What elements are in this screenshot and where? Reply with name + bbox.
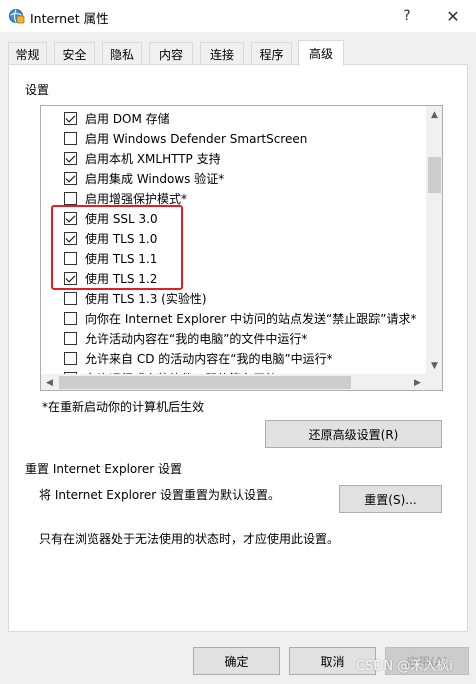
setting-checkbox[interactable] bbox=[64, 311, 77, 325]
setting-label: 启用本机 XMLHTTP 支持 bbox=[85, 151, 221, 166]
setting-checkbox[interactable] bbox=[64, 191, 77, 205]
title-bar: Internet 属性 ? ✕ bbox=[0, 0, 476, 32]
horizontal-scrollbar[interactable]: ◀ ▶ bbox=[41, 374, 426, 390]
setting-checkbox[interactable] bbox=[64, 171, 77, 185]
setting-row[interactable]: 允许活动内容在“我的电脑”的文件中运行* bbox=[41, 328, 426, 348]
setting-checkbox[interactable] bbox=[64, 351, 77, 365]
internet-options-icon bbox=[9, 9, 25, 24]
scroll-down-icon[interactable]: ▼ bbox=[426, 357, 442, 374]
setting-label: 允许来自 CD 的活动内容在“我的电脑”中运行* bbox=[85, 351, 333, 366]
help-button[interactable]: ? bbox=[384, 0, 430, 32]
reset-description: 将 Internet Explorer 设置重置为默认设置。 bbox=[39, 488, 281, 502]
tab-programs[interactable]: 程序 bbox=[251, 42, 292, 65]
setting-label: 启用 Windows Defender SmartScreen bbox=[85, 131, 308, 146]
setting-row[interactable]: 启用 DOM 存储 bbox=[41, 108, 426, 128]
scroll-up-icon[interactable]: ▲ bbox=[426, 106, 442, 123]
window-title: Internet 属性 bbox=[30, 11, 109, 26]
watermark-text: CSDN @禾入枫i bbox=[356, 659, 453, 674]
scroll-right-icon[interactable]: ▶ bbox=[409, 374, 426, 390]
setting-checkbox[interactable] bbox=[64, 111, 77, 125]
tab-privacy[interactable]: 隐私 bbox=[102, 42, 142, 65]
setting-label: 允许活动内容在“我的电脑”的文件中运行* bbox=[85, 331, 308, 346]
reset-group-title: 重置 Internet Explorer 设置 bbox=[25, 462, 183, 476]
setting-label: 启用 DOM 存储 bbox=[85, 111, 170, 126]
setting-label: 使用 TLS 1.3 (实验性) bbox=[85, 291, 207, 306]
scroll-left-icon[interactable]: ◀ bbox=[41, 374, 58, 390]
highlight-annotation-box bbox=[51, 205, 183, 290]
tab-security[interactable]: 安全 bbox=[54, 42, 95, 65]
ok-button[interactable]: 确定 bbox=[193, 647, 280, 675]
setting-row[interactable]: 向你在 Internet Explorer 中访问的站点发送“禁止跟踪”请求* bbox=[41, 308, 426, 328]
setting-row[interactable]: 允许来自 CD 的活动内容在“我的电脑”中运行* bbox=[41, 348, 426, 368]
close-button[interactable]: ✕ bbox=[430, 0, 476, 32]
horizontal-scroll-thumb[interactable] bbox=[59, 376, 351, 389]
tab-general[interactable]: 常规 bbox=[8, 42, 47, 65]
scrollbar-corner bbox=[426, 374, 442, 390]
reset-note: 只有在浏览器处于无法使用的状态时，才应使用此设置。 bbox=[39, 532, 340, 546]
setting-checkbox[interactable] bbox=[64, 291, 77, 305]
setting-label: 向你在 Internet Explorer 中访问的站点发送“禁止跟踪”请求* bbox=[85, 311, 417, 326]
settings-group-label: 设置 bbox=[25, 83, 50, 97]
tab-connections[interactable]: 连接 bbox=[200, 42, 244, 65]
vertical-scroll-thumb[interactable] bbox=[428, 157, 441, 193]
restart-note: *在重新启动你的计算机后生效 bbox=[42, 400, 205, 414]
tab-strip: 常规 安全 隐私 内容 连接 程序 高级 bbox=[8, 40, 468, 66]
restore-advanced-settings-button[interactable]: 还原高级设置(R) bbox=[265, 420, 442, 448]
tab-advanced[interactable]: 高级 bbox=[298, 40, 344, 66]
setting-row[interactable]: 使用 TLS 1.3 (实验性) bbox=[41, 288, 426, 308]
advanced-tab-page: 设置 启用 DOM 存储启用 Windows Defender SmartScr… bbox=[8, 64, 468, 632]
tab-content[interactable]: 内容 bbox=[149, 42, 193, 65]
setting-row[interactable]: 启用本机 XMLHTTP 支持 bbox=[41, 148, 426, 168]
reset-button[interactable]: 重置(S)... bbox=[339, 485, 442, 513]
setting-checkbox[interactable] bbox=[64, 151, 77, 165]
setting-checkbox[interactable] bbox=[64, 131, 77, 145]
setting-row[interactable]: 启用集成 Windows 验证* bbox=[41, 168, 426, 188]
setting-checkbox[interactable] bbox=[64, 331, 77, 345]
vertical-scrollbar[interactable]: ▲ ▼ bbox=[426, 106, 442, 374]
setting-label: 启用集成 Windows 验证* bbox=[85, 171, 225, 186]
setting-row[interactable]: 启用 Windows Defender SmartScreen bbox=[41, 128, 426, 148]
setting-label: 启用增强保护模式* bbox=[85, 191, 188, 206]
